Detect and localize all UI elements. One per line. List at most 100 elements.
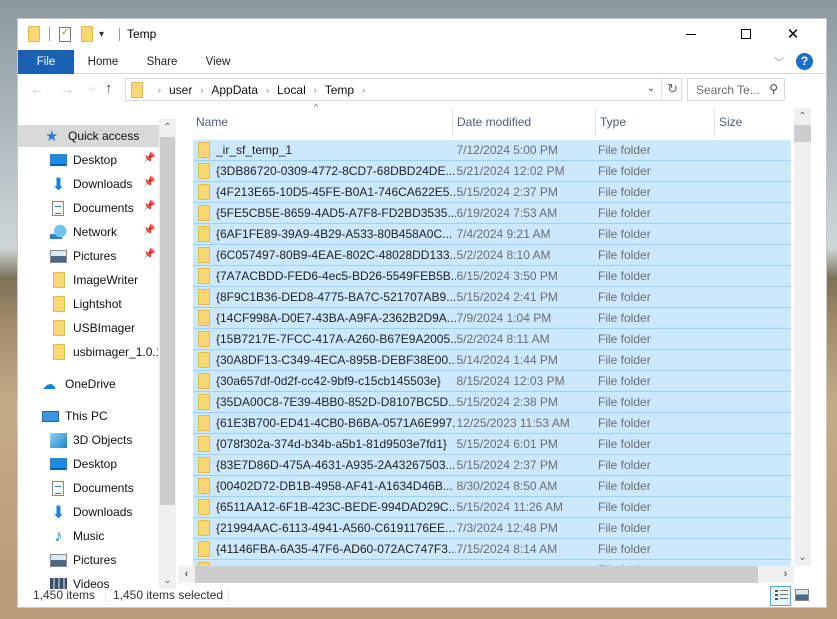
- sidebar-item-pc-desktop[interactable]: Desktop: [18, 453, 158, 475]
- file-list-vertical-scrollbar[interactable]: ⌃ ⌄: [794, 108, 811, 566]
- file-row[interactable]: {83E7D86D-475A-4631-A935-2A43267503... 5/…: [193, 455, 791, 476]
- sidebar-item-3d-objects[interactable]: 3D Objects: [18, 429, 158, 451]
- file-row[interactable]: {6511AA12-6F1B-423C-BEDE-994DAD29C... 5/1…: [193, 497, 791, 518]
- up-arrow-icon[interactable]: ↑: [105, 80, 113, 97]
- pin-icon[interactable]: 📌: [143, 201, 155, 212]
- pin-icon[interactable]: 📌: [143, 177, 155, 188]
- scrollbar-thumb[interactable]: [160, 137, 175, 505]
- sidebar-item-music[interactable]: ♪ Music: [18, 525, 158, 547]
- file-row[interactable]: {6C057497-80B9-4EAE-802C-48028DD133... 5/…: [193, 245, 791, 266]
- selected-count: 1,450 items selected: [113, 588, 224, 602]
- forward-arrow-icon[interactable]: →: [60, 81, 74, 97]
- sidebar-item-documents[interactable]: Documents 📌: [18, 197, 158, 219]
- customize-toolbar-dropdown-icon[interactable]: ▾: [99, 29, 104, 40]
- chevron-right-icon[interactable]: ›: [266, 85, 269, 95]
- sidebar-item-imagewriter[interactable]: ImageWriter: [18, 269, 158, 291]
- chevron-right-icon[interactable]: ›: [158, 85, 161, 95]
- breadcrumb-appdata[interactable]: AppData: [211, 83, 258, 97]
- scrollbar-thumb[interactable]: [794, 125, 811, 142]
- documents-icon: [52, 480, 64, 496]
- navigation-bar: ← → ﹀ ↑ › user › AppData › Local › Temp …: [18, 77, 826, 105]
- expand-ribbon-chevron-icon[interactable]: ﹀: [774, 54, 784, 69]
- breadcrumb-user[interactable]: user: [169, 83, 192, 97]
- search-box[interactable]: ⚲: [687, 78, 785, 101]
- sidebar-item-quick-access[interactable]: ★ Quick access: [18, 125, 159, 147]
- close-button[interactable]: ✕: [770, 19, 816, 49]
- tab-home[interactable]: Home: [80, 50, 126, 74]
- tab-file[interactable]: File: [18, 50, 74, 74]
- file-row[interactable]: {30a657df-0d2f-cc42-9bf9-c15cb145503e} 8/…: [193, 371, 791, 392]
- file-row[interactable]: _ir_sf_temp_1 7/12/2024 5:00 PM File folde…: [193, 140, 791, 161]
- chevron-right-icon[interactable]: ›: [200, 85, 203, 95]
- file-row[interactable]: {8F9C1B36-DED8-4775-BA7C-521707AB9... 5/1…: [193, 287, 791, 308]
- scrollbar-thumb[interactable]: [195, 566, 758, 583]
- file-type: File folder: [598, 164, 651, 178]
- file-row[interactable]: {14CF998A-D0E7-43BA-A9FA-2362B2D9A... 7/9…: [193, 308, 791, 329]
- pin-icon[interactable]: 📌: [143, 249, 155, 260]
- column-header-date-modified[interactable]: Date modified: [452, 108, 595, 138]
- file-row[interactable]: {7A7ACBDD-FED6-4ec5-BD26-5549FEB5B... 6/1…: [193, 266, 791, 287]
- sidebar-item-usbimager[interactable]: USBImager: [18, 317, 158, 339]
- refresh-icon[interactable]: ↻: [667, 81, 678, 97]
- folder-icon: [198, 268, 210, 284]
- scroll-right-icon[interactable]: ›: [777, 566, 794, 583]
- file-row[interactable]: {35DA00C8-7E39-4BB0-852D-D8107BC5D... 5/1…: [193, 392, 791, 413]
- sidebar-item-pc-downloads[interactable]: ⬇ Downloads: [18, 501, 158, 523]
- pin-icon[interactable]: 📌: [143, 225, 155, 236]
- sidebar-item-label: 3D Objects: [73, 433, 133, 447]
- search-input[interactable]: [696, 80, 768, 99]
- folder-icon: [53, 296, 65, 312]
- tab-share[interactable]: Share: [140, 50, 184, 74]
- file-row[interactable]: {6AF1FE89-39A9-4B29-A533-80B458A0C... 7/4…: [193, 224, 791, 245]
- file-row[interactable]: {15B7217E-7FCC-417A-A260-B67E9A2005... 5/…: [193, 329, 791, 350]
- address-bar[interactable]: › user › AppData › Local › Temp › ⌄ ↻: [125, 78, 682, 101]
- tab-view[interactable]: View: [198, 50, 238, 74]
- minimize-button[interactable]: [668, 19, 714, 49]
- scroll-up-icon[interactable]: ⌃: [794, 108, 811, 125]
- sidebar-item-pc-documents[interactable]: Documents: [18, 477, 158, 499]
- scroll-left-icon[interactable]: ‹: [178, 566, 195, 583]
- file-row[interactable]: {30A8DF13-C349-4ECA-895B-DEBF38E00... 5/1…: [193, 350, 791, 371]
- file-row[interactable]: {61E3B700-ED41-4CB0-B6BA-0571A6E997... 12…: [193, 413, 791, 434]
- file-row[interactable]: {4F213E65-10D5-45FE-B0A1-746CA622E5... 5/…: [193, 182, 791, 203]
- help-icon[interactable]: ?: [796, 53, 813, 70]
- column-header-type[interactable]: Type: [595, 108, 714, 138]
- search-icon[interactable]: ⚲: [769, 82, 778, 96]
- file-row[interactable]: {21994AAC-6113-4941-A560-C6191176EE... 7/…: [193, 518, 791, 539]
- column-header-name[interactable]: Name: [192, 108, 452, 138]
- sidebar-item-network[interactable]: Network 📌: [18, 221, 158, 243]
- sidebar-item-onedrive[interactable]: ☁ OneDrive: [18, 373, 158, 395]
- properties-icon[interactable]: [59, 26, 71, 42]
- recent-locations-chevron-icon[interactable]: ﹀: [88, 85, 97, 98]
- file-list-horizontal-scrollbar[interactable]: ‹ ›: [178, 566, 794, 583]
- file-row[interactable]: {078f302a-374d-b34b-a5b1-81d9503e7fd1} 5/…: [193, 434, 791, 455]
- new-folder-icon[interactable]: [81, 26, 93, 42]
- maximize-button[interactable]: [723, 19, 769, 49]
- column-header-size[interactable]: Size: [714, 108, 790, 138]
- back-arrow-icon[interactable]: ←: [30, 81, 44, 97]
- file-row[interactable]: {3DB86720-0309-4772-8CD7-68DBD24DE... 5/2…: [193, 161, 791, 182]
- file-row[interactable]: {5FE5CB5E-8659-4AD5-A7F8-FD2BD3535... 6/1…: [193, 203, 791, 224]
- sidebar-item-this-pc[interactable]: This PC: [18, 405, 158, 427]
- chevron-right-icon[interactable]: ›: [314, 85, 317, 95]
- file-row[interactable]: {00402D72-DB1B-4958-AF41-A1634D46B... 8/3…: [193, 476, 791, 497]
- sidebar-item-pc-pictures[interactable]: Pictures: [18, 549, 158, 571]
- navigation-pane-scrollbar[interactable]: ⌃ ⌄: [159, 119, 176, 589]
- pin-icon[interactable]: 📌: [143, 153, 155, 164]
- sidebar-item-desktop[interactable]: Desktop 📌: [18, 149, 158, 171]
- sidebar-item-label: Downloads: [73, 177, 133, 191]
- scroll-down-icon[interactable]: ⌄: [794, 549, 811, 566]
- sidebar-item-lightshot[interactable]: Lightshot: [18, 293, 158, 315]
- folder-icon: [198, 373, 210, 389]
- sidebar-item-downloads[interactable]: ⬇ Downloads 📌: [18, 173, 158, 195]
- scroll-up-icon[interactable]: ⌃: [159, 119, 176, 136]
- details-view-button[interactable]: [770, 586, 791, 606]
- address-history-chevron-icon[interactable]: ⌄: [647, 83, 655, 94]
- sidebar-item-pictures[interactable]: Pictures 📌: [18, 245, 158, 267]
- large-icons-view-button[interactable]: [795, 589, 809, 601]
- breadcrumb-local[interactable]: Local: [277, 83, 306, 97]
- chevron-right-icon[interactable]: ›: [362, 85, 365, 95]
- breadcrumb-temp[interactable]: Temp: [325, 83, 354, 97]
- sidebar-item-usbimager-1-0-1[interactable]: usbimager_1.0.1: [18, 341, 158, 363]
- file-row[interactable]: {41146FBA-6A35-47F6-AD60-072AC747F3... 7/…: [193, 539, 791, 560]
